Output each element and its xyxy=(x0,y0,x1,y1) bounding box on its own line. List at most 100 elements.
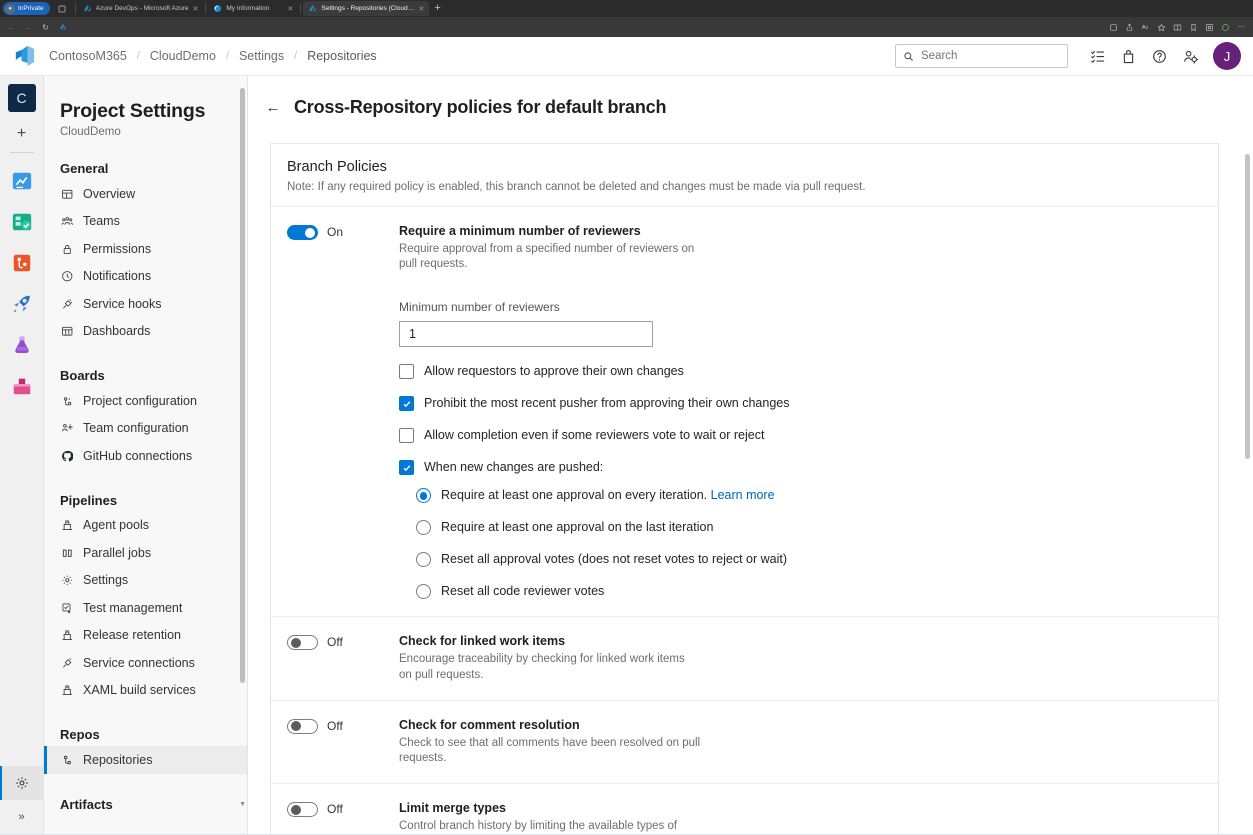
address-bar[interactable] xyxy=(72,20,1104,34)
policy-toggle[interactable] xyxy=(287,802,318,817)
breadcrumb-item-project[interactable]: CloudDemo xyxy=(149,49,217,63)
main-scrollbar[interactable] xyxy=(1243,78,1252,832)
breadcrumb-item-settings[interactable]: Settings xyxy=(238,49,285,63)
sidebar-item-xaml-build-services[interactable]: XAML build services xyxy=(44,677,247,705)
copilot-icon[interactable] xyxy=(1218,20,1233,35)
sidebar-item-dashboards[interactable]: Dashboards xyxy=(44,318,247,346)
checkbox-row-allow-completion[interactable]: Allow completion even if some reviewers … xyxy=(399,428,1202,443)
sidebar-item-service-connections[interactable]: Service connections xyxy=(44,649,247,677)
radio-label: Reset all approval votes (does not reset… xyxy=(441,552,787,567)
reviewers-field-label: Minimum number of reviewers xyxy=(399,300,1202,314)
checkbox-row-allow-requestors[interactable]: Allow requestors to approve their own ch… xyxy=(399,364,1202,379)
policy-description: Check to see that all comments have been… xyxy=(399,736,739,766)
back-icon[interactable]: ← xyxy=(4,20,19,35)
radio-row-reset-code-reviewer-votes[interactable]: Reset all code reviewer votes xyxy=(416,584,1202,599)
breadcrumb-item-organization[interactable]: ContosoM365 xyxy=(48,49,128,63)
checkbox-row-prohibit-pusher[interactable]: Prohibit the most recent pusher from app… xyxy=(399,396,1202,411)
checkbox-checked[interactable] xyxy=(399,396,414,411)
new-tab-button[interactable]: + xyxy=(429,3,445,14)
marketplace-bag-icon[interactable] xyxy=(1114,42,1143,71)
sidebar-item-service-hooks[interactable]: Service hooks xyxy=(44,290,247,318)
learn-more-link[interactable]: Learn more xyxy=(711,488,775,502)
favorites-bar-icon[interactable] xyxy=(1186,20,1201,35)
project-badge[interactable]: C xyxy=(8,84,36,112)
policy-toggle[interactable] xyxy=(287,719,318,734)
breadcrumb-item-repositories[interactable]: Repositories xyxy=(306,49,377,63)
browser-tab-0[interactable]: Azure DevOps - Microsoft Azure ✕ xyxy=(78,1,204,16)
sidebar-item-settings[interactable]: Settings xyxy=(44,567,247,595)
radio-row-reset-approval-votes[interactable]: Reset all approval votes (does not reset… xyxy=(416,552,1202,567)
more-options-icon[interactable]: ⋯ xyxy=(1234,20,1249,35)
sidebar-item-test-management[interactable]: Test management xyxy=(44,594,247,622)
checkbox-row-when-new-changes-pushed[interactable]: When new changes are pushed: xyxy=(399,460,1202,475)
repos-hub-icon[interactable] xyxy=(7,242,37,283)
sidebar-item-project-configuration[interactable]: Project configuration xyxy=(44,387,247,415)
sidebar-scrollbar-thumb[interactable] xyxy=(240,88,245,683)
breadcrumb: ContosoM365 / CloudDemo / Settings / Rep… xyxy=(48,49,378,63)
radio-selected[interactable] xyxy=(416,488,431,503)
overview-hub-icon[interactable] xyxy=(7,160,37,201)
boards-hub-icon[interactable] xyxy=(7,201,37,242)
checkbox-checked[interactable] xyxy=(399,460,414,475)
avatar[interactable]: J xyxy=(1213,42,1241,70)
add-new-button[interactable]: + xyxy=(8,121,36,147)
read-aloud-icon[interactable] xyxy=(1138,20,1153,35)
main-scrollbar-thumb[interactable] xyxy=(1245,154,1250,459)
browser-essentials-icon[interactable] xyxy=(1202,20,1217,35)
checkbox-label: Allow completion even if some reviewers … xyxy=(424,428,764,443)
browser-tab-2[interactable]: Settings - Repositories (CloudDe ✕ xyxy=(303,1,429,16)
sidebar-item-overview[interactable]: Overview xyxy=(44,180,247,208)
radio-unselected[interactable] xyxy=(416,584,431,599)
sidebar-item-github-connections[interactable]: GitHub connections xyxy=(44,442,247,470)
sidebar-item-repositories[interactable]: Repositories xyxy=(44,746,247,774)
settings-icon[interactable] xyxy=(0,766,44,800)
sidebar-item-team-configuration[interactable]: Team configuration xyxy=(44,415,247,443)
refresh-icon[interactable]: ↻ xyxy=(38,20,53,35)
forward-icon[interactable]: → xyxy=(21,20,36,35)
sidebar-item-parallel-jobs[interactable]: Parallel jobs xyxy=(44,539,247,567)
pipelines-hub-icon[interactable] xyxy=(7,283,37,324)
dashboard-icon xyxy=(60,324,74,338)
bell-icon xyxy=(60,269,74,283)
scroll-down-icon[interactable]: ▼ xyxy=(239,801,246,808)
artifacts-hub-icon[interactable] xyxy=(7,365,37,406)
boards-view-icon[interactable] xyxy=(1083,42,1112,71)
radio-row-last-iteration[interactable]: Require at least one approval on the las… xyxy=(416,520,1202,535)
tab-list-icon[interactable] xyxy=(54,2,70,15)
back-arrow-icon[interactable]: ← xyxy=(264,99,282,116)
sidebar-item-teams[interactable]: Teams xyxy=(44,208,247,236)
radio-unselected[interactable] xyxy=(416,552,431,567)
sidebar-item-notifications[interactable]: Notifications xyxy=(44,263,247,291)
split-screen-icon[interactable] xyxy=(1170,20,1185,35)
close-icon[interactable]: ✕ xyxy=(288,5,294,13)
policy-toggle[interactable] xyxy=(287,635,318,650)
project-config-icon xyxy=(60,394,74,408)
inprivate-indicator[interactable]: ● InPrivate xyxy=(3,2,50,15)
sidebar-scrollbar[interactable]: ▼ xyxy=(239,80,247,812)
close-icon[interactable]: ✕ xyxy=(193,5,199,13)
app-header: ContosoM365 / CloudDemo / Settings / Rep… xyxy=(0,37,1253,76)
policy-toggle[interactable] xyxy=(287,225,318,240)
browser-tab-1[interactable]: My Information ✕ xyxy=(208,1,298,16)
azure-devops-logo[interactable] xyxy=(12,43,38,69)
help-icon[interactable] xyxy=(1145,42,1174,71)
favorite-star-icon[interactable] xyxy=(1154,20,1169,35)
collections-icon[interactable] xyxy=(1106,20,1121,35)
close-icon[interactable]: ✕ xyxy=(419,5,425,13)
search-input[interactable]: Search xyxy=(895,44,1068,68)
sidebar-item-label: Parallel jobs xyxy=(83,546,151,560)
minimum-reviewers-input[interactable] xyxy=(399,321,653,347)
sidebar-item-permissions[interactable]: Permissions xyxy=(44,235,247,263)
sidebar-item-label: XAML build services xyxy=(83,683,196,697)
checkbox-unchecked[interactable] xyxy=(399,428,414,443)
checkbox-unchecked[interactable] xyxy=(399,364,414,379)
share-icon[interactable] xyxy=(1122,20,1137,35)
sidebar-item-release-retention[interactable]: Release retention xyxy=(44,622,247,650)
test-plans-hub-icon[interactable] xyxy=(7,324,37,365)
card-header: Branch Policies Note: If any required po… xyxy=(271,144,1218,207)
radio-unselected[interactable] xyxy=(416,520,431,535)
radio-row-every-iteration[interactable]: Require at least one approval on every i… xyxy=(416,488,1202,503)
user-settings-icon[interactable] xyxy=(1176,42,1205,71)
chevron-double-right-icon[interactable]: » xyxy=(0,800,44,834)
sidebar-item-agent-pools[interactable]: Agent pools xyxy=(44,512,247,540)
